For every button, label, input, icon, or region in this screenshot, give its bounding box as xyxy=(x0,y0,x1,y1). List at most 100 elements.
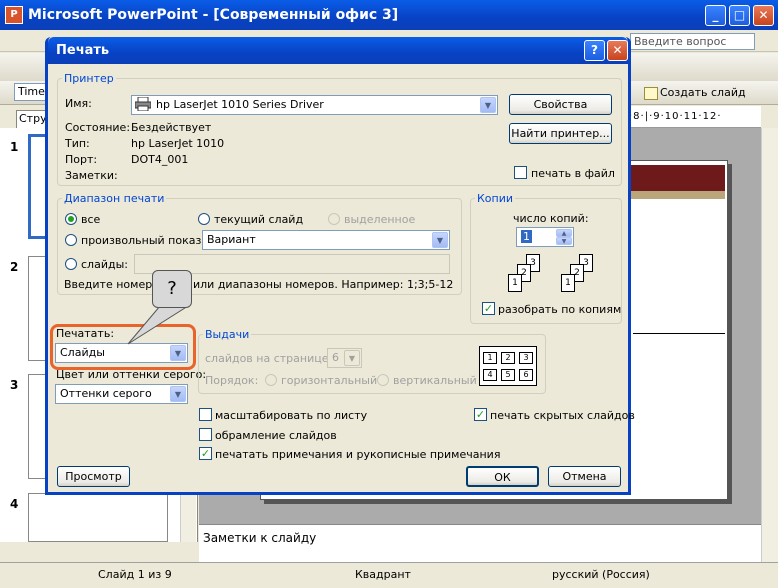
app-title: Microsoft PowerPoint - [Современный офис… xyxy=(28,7,399,23)
collate-page-icon: 1 xyxy=(561,274,575,292)
slide-number: 1 xyxy=(10,140,19,154)
status-language: русский (Россия) xyxy=(552,568,650,581)
slide-number: 2 xyxy=(10,260,19,274)
range-current-slide-radio[interactable] xyxy=(198,213,210,225)
printer-group-label: Принтер xyxy=(62,72,116,85)
printer-status-value: Бездействует xyxy=(131,121,212,134)
range-slides-radio[interactable] xyxy=(65,258,77,270)
handout-cell: 5 xyxy=(501,369,515,381)
print-to-file-label: печать в файл xyxy=(531,167,615,180)
status-slide-info: Слайд 1 из 9 xyxy=(98,568,172,581)
order-horizontal-label: горизонтальный xyxy=(281,374,378,387)
notes-pane[interactable]: Заметки к слайду xyxy=(199,524,761,562)
editor-scrollbar[interactable] xyxy=(761,128,778,562)
slide-number: 4 xyxy=(10,497,19,511)
range-hint-text-2: или диапазоны номеров. Например: 1;3;5-1… xyxy=(193,278,454,291)
slide-divider xyxy=(633,333,725,334)
app-title-bar: P Microsoft PowerPoint - [Современный оф… xyxy=(0,0,778,30)
dialog-close-button[interactable]: ✕ xyxy=(607,40,628,61)
ask-question-input[interactable]: Введите вопрос xyxy=(630,33,755,50)
chevron-down-icon: ▼ xyxy=(480,97,496,113)
font-name-input[interactable]: Times xyxy=(14,83,51,101)
collate-page-icon: 1 xyxy=(508,274,522,292)
print-hidden-slides-checkbox[interactable]: ✓ xyxy=(474,408,487,421)
handouts-group-label: Выдачи xyxy=(203,328,252,341)
range-current-slide-label: текущий слайд xyxy=(214,213,304,226)
maximize-button[interactable]: □ xyxy=(729,5,750,26)
printer-port-label: Порт: xyxy=(65,153,98,166)
per-page-label: слайдов на странице: xyxy=(205,352,333,365)
printer-name-select[interactable]: hp LaserJet 1010 Series Driver ▼ xyxy=(131,95,498,115)
range-selection-label: выделенное xyxy=(344,213,416,226)
ok-button[interactable]: ОК xyxy=(466,466,539,487)
print-notes-label: печатать примечания и рукописные примеча… xyxy=(215,448,501,461)
order-horizontal-radio[interactable] xyxy=(265,374,277,386)
handout-cell: 4 xyxy=(483,369,497,381)
scale-to-fit-label: масштабировать по листу xyxy=(215,409,368,422)
collate-label: разобрать по копиям xyxy=(498,303,622,316)
handout-cell: 6 xyxy=(519,369,533,381)
custom-show-value: Вариант xyxy=(207,233,256,246)
range-custom-show-label: произвольный показ: xyxy=(81,234,206,247)
copies-count-value: 1 xyxy=(521,230,532,243)
cancel-button[interactable]: Отмена xyxy=(548,466,621,487)
print-to-file-checkbox[interactable] xyxy=(514,166,527,179)
order-vertical-radio[interactable] xyxy=(377,374,389,386)
handout-cell: 2 xyxy=(501,352,515,364)
callout-bubble: ? xyxy=(152,270,192,308)
status-design: Квадрант xyxy=(355,568,411,581)
spinner-down-icon[interactable]: ▼ xyxy=(556,237,572,245)
printer-type-label: Тип: xyxy=(65,137,90,150)
printer-type-value: hp LaserJet 1010 xyxy=(131,137,225,150)
preview-button[interactable]: Просмотр xyxy=(57,466,130,487)
printer-port-value: DOT4_001 xyxy=(131,153,189,166)
per-page-select[interactable]: 6 ▼ xyxy=(327,348,362,368)
range-all-label: все xyxy=(81,213,101,226)
dialog-title: Печать xyxy=(48,37,628,64)
spinner-up-icon[interactable]: ▲ xyxy=(556,229,572,237)
properties-button[interactable]: Свойства xyxy=(509,94,612,115)
order-vertical-label: вертикальный xyxy=(393,374,477,387)
minimize-button[interactable]: _ xyxy=(705,5,726,26)
slide-number: 3 xyxy=(10,378,19,392)
chevron-down-icon: ▼ xyxy=(170,386,186,402)
copies-count-spinner[interactable]: 1 ▲ ▼ xyxy=(516,227,574,247)
color-value: Оттенки серого xyxy=(60,387,152,400)
chevron-down-icon: ▼ xyxy=(432,232,448,248)
close-button[interactable]: ✕ xyxy=(753,5,774,26)
help-button[interactable]: ? xyxy=(584,40,605,61)
order-label: Порядок: xyxy=(205,374,259,387)
slide-thumbnail[interactable] xyxy=(28,493,168,542)
powerpoint-icon: P xyxy=(5,6,23,24)
printer-status-label: Состояние: xyxy=(65,121,131,134)
find-printer-button[interactable]: Найти принтер... xyxy=(509,123,612,144)
frame-slides-label: обрамление слайдов xyxy=(215,429,337,442)
color-select[interactable]: Оттенки серого ▼ xyxy=(55,384,188,404)
print-hidden-slides-label: печать скрытых слайдов xyxy=(490,409,635,422)
range-selection-radio[interactable] xyxy=(328,213,340,225)
printer-icon xyxy=(135,97,151,111)
handout-cell: 1 xyxy=(483,352,497,364)
scale-to-fit-checkbox[interactable] xyxy=(199,408,212,421)
range-slides-label: слайды: xyxy=(81,258,128,271)
copies-count-label: число копий: xyxy=(513,212,589,225)
range-custom-show-radio[interactable] xyxy=(65,234,77,246)
handout-cell: 3 xyxy=(519,352,533,364)
status-bar: Слайд 1 из 9 Квадрант русский (Россия) xyxy=(0,562,778,588)
copies-group-label: Копии xyxy=(475,192,516,205)
printer-name-label: Имя: xyxy=(65,97,92,110)
slide-header-bar xyxy=(621,165,725,191)
collate-checkbox[interactable]: ✓ xyxy=(482,302,495,315)
print-range-label: Диапазон печати xyxy=(62,192,167,205)
handout-layout-preview: 1 2 3 4 5 6 xyxy=(479,346,537,386)
custom-show-select[interactable]: Вариант ▼ xyxy=(202,230,450,250)
printer-notes-label: Заметки: xyxy=(65,169,118,182)
create-slide-button[interactable]: Создать слайд xyxy=(642,84,770,102)
printer-name-value: hp LaserJet 1010 Series Driver xyxy=(156,98,324,111)
print-notes-checkbox[interactable]: ✓ xyxy=(199,447,212,460)
range-all-radio[interactable] xyxy=(65,213,77,225)
per-page-value: 6 xyxy=(332,351,339,364)
color-label: Цвет или оттенки серого: xyxy=(56,368,207,381)
frame-slides-checkbox[interactable] xyxy=(199,428,212,441)
slide-accent-bar xyxy=(621,191,725,199)
